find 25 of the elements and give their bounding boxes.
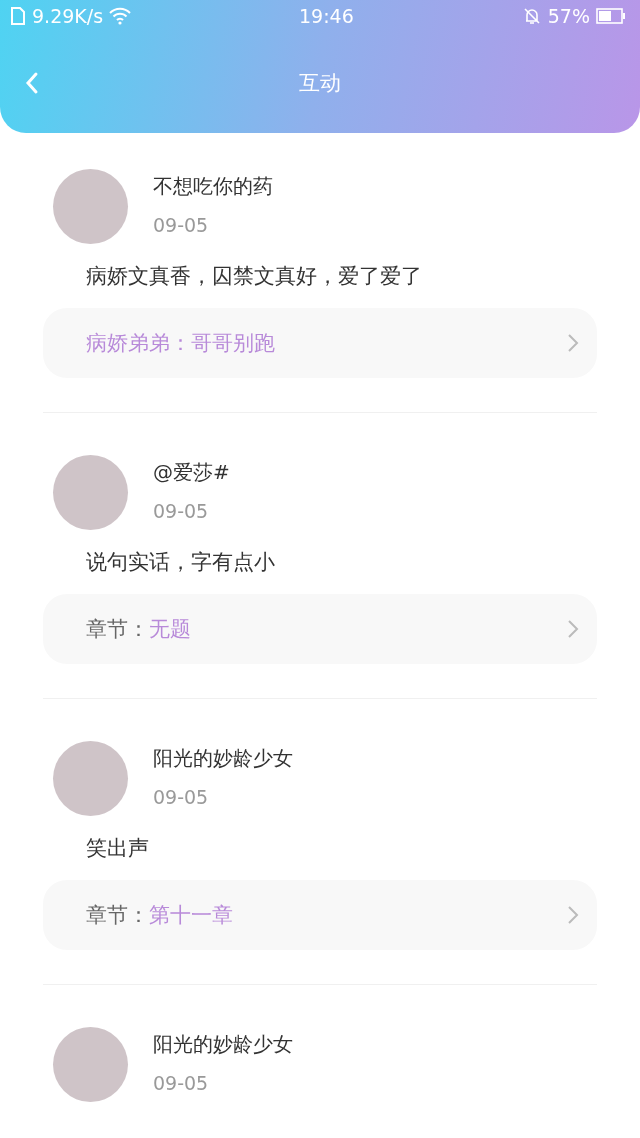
chevron-icon	[567, 333, 579, 353]
battery-percent: 57%	[547, 5, 590, 27]
user-name: 阳光的妙龄少女	[153, 1031, 293, 1058]
network-speed: 9.29K/s	[32, 5, 104, 27]
comment-date: 09-05	[153, 1072, 210, 1094]
back-icon[interactable]	[24, 70, 40, 95]
comment-text: 说句实话，字有点小	[86, 549, 276, 576]
wifi-icon	[109, 7, 132, 25]
comment-text: 病娇文真香，囚禁文真好，爱了爱了	[86, 263, 423, 290]
chevron-icon	[567, 619, 579, 639]
user-name: @爱莎#	[153, 459, 230, 486]
comment-date: 09-05	[153, 786, 210, 808]
user-name: 阳光的妙龄少女	[153, 745, 293, 772]
chapter-link[interactable]: 章节：无题	[43, 594, 597, 664]
user-name: 不想吃你的药	[153, 173, 273, 200]
chapter-link[interactable]: 章节：第十一章	[43, 880, 597, 950]
chevron-icon	[567, 905, 579, 925]
muted-bell-icon	[521, 6, 542, 26]
sim-icon	[10, 7, 26, 25]
comment-date: 09-05	[153, 500, 210, 522]
battery-icon	[596, 8, 626, 24]
clock: 19:46	[299, 5, 354, 27]
comment-text: 笑出声	[86, 835, 150, 862]
page-title: 互动	[299, 69, 341, 97]
comment-date: 09-05	[153, 214, 210, 236]
